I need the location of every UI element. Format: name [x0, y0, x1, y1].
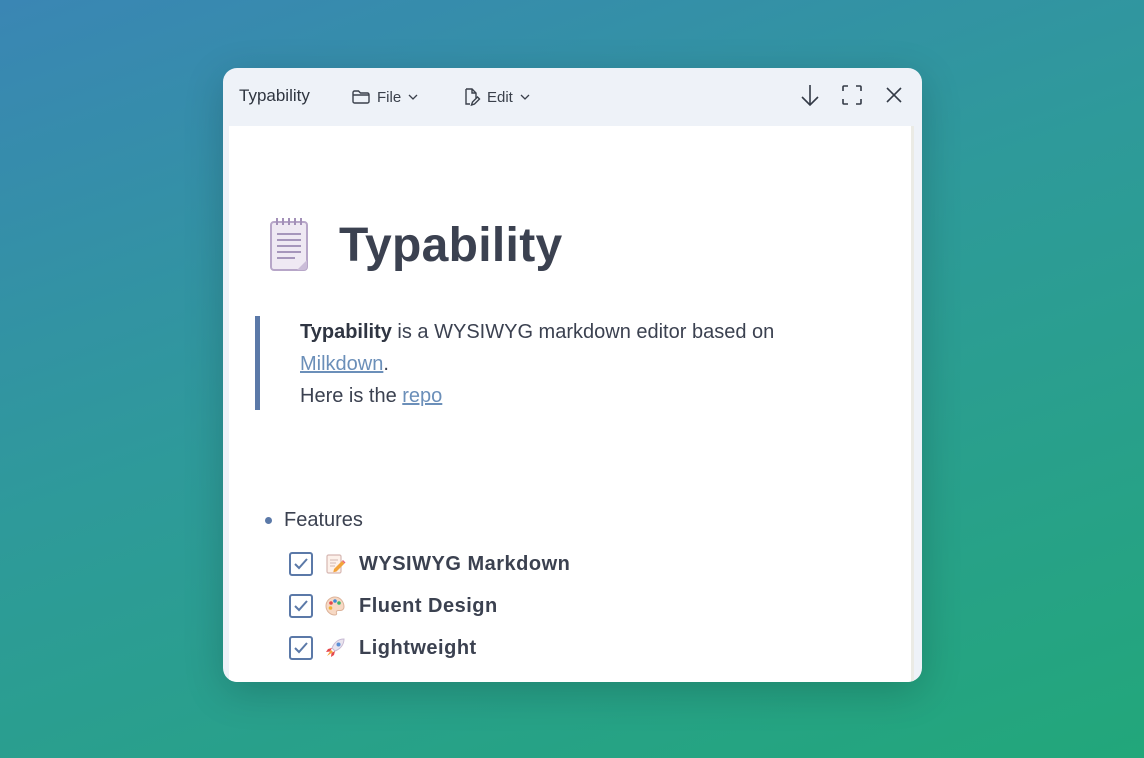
milkdown-link[interactable]: Milkdown [300, 353, 383, 375]
task-label: Lightweight [359, 636, 477, 659]
close-icon [884, 85, 904, 110]
task-label: WYSIWYG Markdown [359, 552, 571, 575]
edit-menu-label: Edit [487, 88, 513, 106]
list-item: Features [265, 509, 363, 532]
edit-document-icon [461, 87, 481, 107]
file-menu-label: File [377, 88, 402, 106]
bullet-dot [265, 517, 272, 524]
fullscreen-button[interactable] [837, 82, 867, 112]
quote-text: is a WYSIWYG markdown editor based on [391, 321, 775, 343]
document-title: Typability [339, 218, 563, 272]
editor-area[interactable]: Typability Typability is a WYSIWYG markd… [229, 126, 914, 682]
checkbox[interactable] [289, 594, 313, 618]
checkbox[interactable] [289, 636, 313, 660]
fullscreen-icon [841, 84, 863, 111]
edit-menu[interactable]: Edit [461, 84, 531, 110]
repo-link[interactable]: repo [402, 385, 442, 407]
quote-line-2: Milkdown. [300, 348, 875, 380]
chevron-down-icon [407, 92, 419, 102]
list-item-label: Features [284, 509, 363, 531]
folder-icon [351, 88, 371, 106]
app-title: Typability [239, 86, 310, 105]
download-button[interactable] [795, 82, 825, 112]
close-button[interactable] [879, 82, 909, 112]
task-item: Lightweight [289, 636, 477, 660]
notepad-icon [267, 216, 313, 274]
document-heading: Typability [267, 216, 562, 274]
quote-line-3: Here is the repo [300, 380, 875, 412]
file-menu[interactable]: File [351, 84, 419, 110]
palette-icon [323, 594, 347, 618]
task-label: Fluent Design [359, 594, 498, 617]
task-item: Fluent Design [289, 594, 498, 618]
task-item: WYSIWYG Markdown [289, 552, 570, 576]
checkbox[interactable] [289, 552, 313, 576]
chevron-down-icon [519, 92, 531, 102]
quote-bold-text: Typability [300, 321, 392, 343]
arrow-down-icon [799, 83, 821, 112]
rocket-icon [323, 636, 347, 660]
quote-line-1: Typability is a WYSIWYG markdown editor … [300, 316, 875, 348]
title-bar[interactable]: Typability File Edit [223, 68, 922, 126]
quote-period: . [383, 353, 389, 375]
app-window: Typability File Edit Typability Typabili… [223, 68, 922, 682]
memo-icon [323, 552, 347, 576]
blockquote: Typability is a WYSIWYG markdown editor … [255, 316, 875, 410]
quote-repo-text: Here is the [300, 385, 403, 407]
